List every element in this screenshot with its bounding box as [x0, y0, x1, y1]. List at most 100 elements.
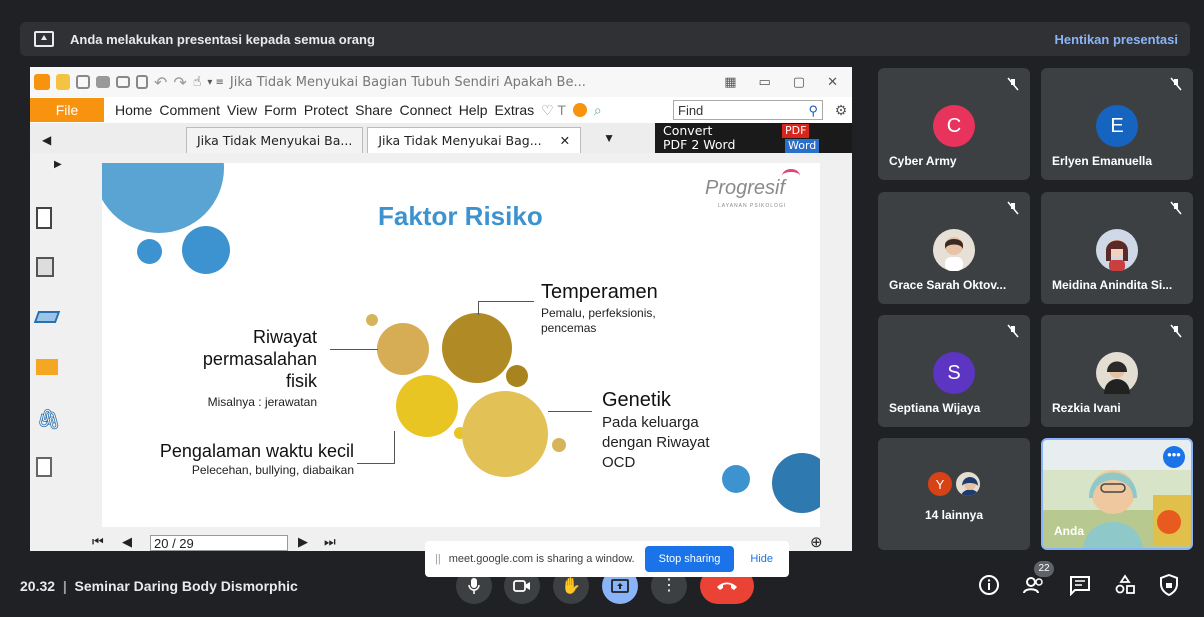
- sharing-text: meet.google.com is sharing a window.: [448, 553, 635, 565]
- lightbulb-icon[interactable]: ♡ T: [541, 102, 566, 119]
- hide-button[interactable]: Hide: [750, 553, 773, 565]
- window-icon[interactable]: [116, 76, 130, 88]
- attachment-icon[interactable]: 🖇: [36, 407, 61, 431]
- grid-icon[interactable]: ▦: [724, 75, 736, 90]
- menu-comment[interactable]: Comment: [159, 102, 220, 118]
- people-icon[interactable]: [1023, 574, 1045, 596]
- close-icon[interactable]: ✕: [827, 75, 838, 90]
- bubble: [396, 375, 458, 437]
- restore-icon[interactable]: ▢: [793, 75, 805, 90]
- undo-icon[interactable]: ↶: [154, 73, 167, 92]
- host-controls-icon[interactable]: [1158, 574, 1180, 596]
- decor-circle: [102, 163, 224, 233]
- ribbon-icon[interactable]: [572, 103, 587, 117]
- menu-help[interactable]: Help: [459, 102, 488, 118]
- decor-circle: [772, 453, 820, 513]
- wifi-icon: [782, 169, 800, 183]
- app-logo-icon: [34, 74, 50, 90]
- participant-tile[interactable]: Grace Sarah Oktov...: [878, 192, 1030, 304]
- menu-file[interactable]: File: [30, 98, 104, 122]
- menu-home[interactable]: Home: [115, 102, 152, 118]
- tabs-left-arrow-icon[interactable]: ◀: [42, 133, 56, 147]
- more-options-icon[interactable]: •••: [1163, 446, 1185, 468]
- slide-title: Faktor Risiko: [378, 201, 543, 231]
- avatar-photo: [1096, 229, 1138, 271]
- tab-document-1[interactable]: Jika Tidak Menyukai Ba...: [186, 127, 364, 153]
- mic-off-icon: [1170, 201, 1182, 215]
- page-number-input[interactable]: 20 / 29: [150, 535, 288, 551]
- menu-protect[interactable]: Protect: [304, 102, 348, 118]
- convert-ad-banner[interactable]: Convert PDF 2 Word PDF Word: [655, 123, 852, 153]
- hand-tool-icon[interactable]: ☝: [193, 74, 202, 90]
- decor-circle: [722, 465, 750, 493]
- meeting-time: 20.32: [20, 578, 56, 594]
- zoom-in-icon[interactable]: ⊕: [810, 533, 823, 551]
- stop-sharing-button[interactable]: Stop sharing: [644, 546, 735, 572]
- sidebar-expand-icon[interactable]: ▶: [54, 159, 62, 170]
- riwayat-detail: Misalnya : jerawatan: [207, 395, 317, 409]
- save-icon[interactable]: [76, 75, 90, 89]
- decor-circle: [137, 239, 162, 264]
- stop-presenting-button[interactable]: Hentikan presentasi: [1054, 32, 1178, 47]
- minimize-icon[interactable]: ▭: [759, 75, 771, 90]
- next-page-icon[interactable]: ▶: [298, 534, 308, 550]
- print-icon[interactable]: [96, 76, 110, 88]
- tab-close-icon[interactable]: ✕: [560, 133, 570, 148]
- menu-extras[interactable]: Extras: [494, 102, 534, 118]
- open-folder-icon[interactable]: [56, 74, 70, 90]
- comments-icon[interactable]: [36, 359, 58, 375]
- dropdown-icon[interactable]: ▾ ≡: [207, 77, 224, 88]
- chat-icon[interactable]: [1069, 574, 1091, 596]
- search-folder-icon[interactable]: ⌕: [594, 102, 602, 119]
- genetik-heading: Genetik: [602, 389, 671, 411]
- participant-tile[interactable]: S Septiana Wijaya: [878, 315, 1030, 427]
- find-input[interactable]: Find ⚲: [673, 100, 823, 120]
- drag-handle-icon[interactable]: ||: [435, 553, 441, 565]
- others-tile[interactable]: Y 14 lainnya: [878, 438, 1030, 550]
- document-tabs: ◀ Jika Tidak Menyukai Ba... Jika Tidak M…: [30, 123, 852, 153]
- participant-tile[interactable]: E Erlyen Emanuella: [1041, 68, 1193, 180]
- participant-name: Anda: [1054, 524, 1084, 538]
- menu-form[interactable]: Form: [264, 102, 297, 118]
- participant-name: Meidina Anindita Si...: [1052, 278, 1173, 292]
- bubble: [442, 313, 512, 383]
- riwayat-heading-3: fisik: [286, 371, 317, 391]
- participant-name: Erlyen Emanuella: [1052, 154, 1153, 168]
- others-count-label: 14 lainnya: [924, 508, 984, 522]
- bubble: [377, 323, 429, 375]
- pages-icon[interactable]: [36, 257, 54, 277]
- info-icon[interactable]: [978, 574, 1000, 596]
- tab-document-2[interactable]: Jika Tidak Menyukai Bag... ✕: [367, 127, 582, 153]
- menu-share[interactable]: Share: [355, 102, 392, 118]
- present-icon: [34, 31, 54, 47]
- redo-icon[interactable]: ↷: [173, 73, 186, 92]
- shared-screen: ↶ ↷ ☝ ▾ ≡ Jika Tidak Menyukai Bagian Tub…: [30, 67, 852, 551]
- tabs-dropdown-icon[interactable]: ▼: [603, 131, 615, 145]
- participant-name: Cyber Army: [889, 154, 957, 168]
- bookmarks-icon[interactable]: [36, 207, 52, 229]
- document-title: Jika Tidak Menyukai Bagian Tubuh Sendiri…: [229, 74, 586, 90]
- menu-connect[interactable]: Connect: [400, 102, 452, 118]
- avatar-photo: [1096, 352, 1138, 394]
- meeting-title: Seminar Daring Body Dismorphic: [74, 578, 298, 594]
- new-doc-icon[interactable]: [136, 75, 148, 89]
- temperamen-detail-2: pencemas: [541, 321, 597, 335]
- last-page-icon[interactable]: ⏭: [324, 534, 336, 550]
- participant-tile[interactable]: C Cyber Army: [878, 68, 1030, 180]
- self-tile[interactable]: ••• Anda: [1041, 438, 1193, 550]
- signature-icon[interactable]: [36, 457, 52, 477]
- activities-icon[interactable]: [1114, 574, 1136, 596]
- prev-page-icon[interactable]: ◀: [122, 534, 132, 550]
- sharing-notification: || meet.google.com is sharing a window. …: [425, 541, 789, 577]
- brand-subtitle: LAYANAN PSIKOLOGI: [718, 203, 787, 209]
- layers-icon[interactable]: [33, 311, 61, 323]
- gear-icon[interactable]: ⚙: [830, 102, 852, 119]
- participant-tile[interactable]: Meidina Anindita Si...: [1041, 192, 1193, 304]
- menu-view[interactable]: View: [227, 102, 257, 118]
- brand-logo: Progresif: [705, 177, 786, 199]
- participant-tile[interactable]: Rezkia Ivani: [1041, 315, 1193, 427]
- search-icon[interactable]: ⚲: [808, 103, 818, 118]
- participant-name: Grace Sarah Oktov...: [889, 278, 1007, 292]
- people-count-badge: 22: [1034, 561, 1054, 577]
- first-page-icon[interactable]: ⏮: [92, 534, 104, 550]
